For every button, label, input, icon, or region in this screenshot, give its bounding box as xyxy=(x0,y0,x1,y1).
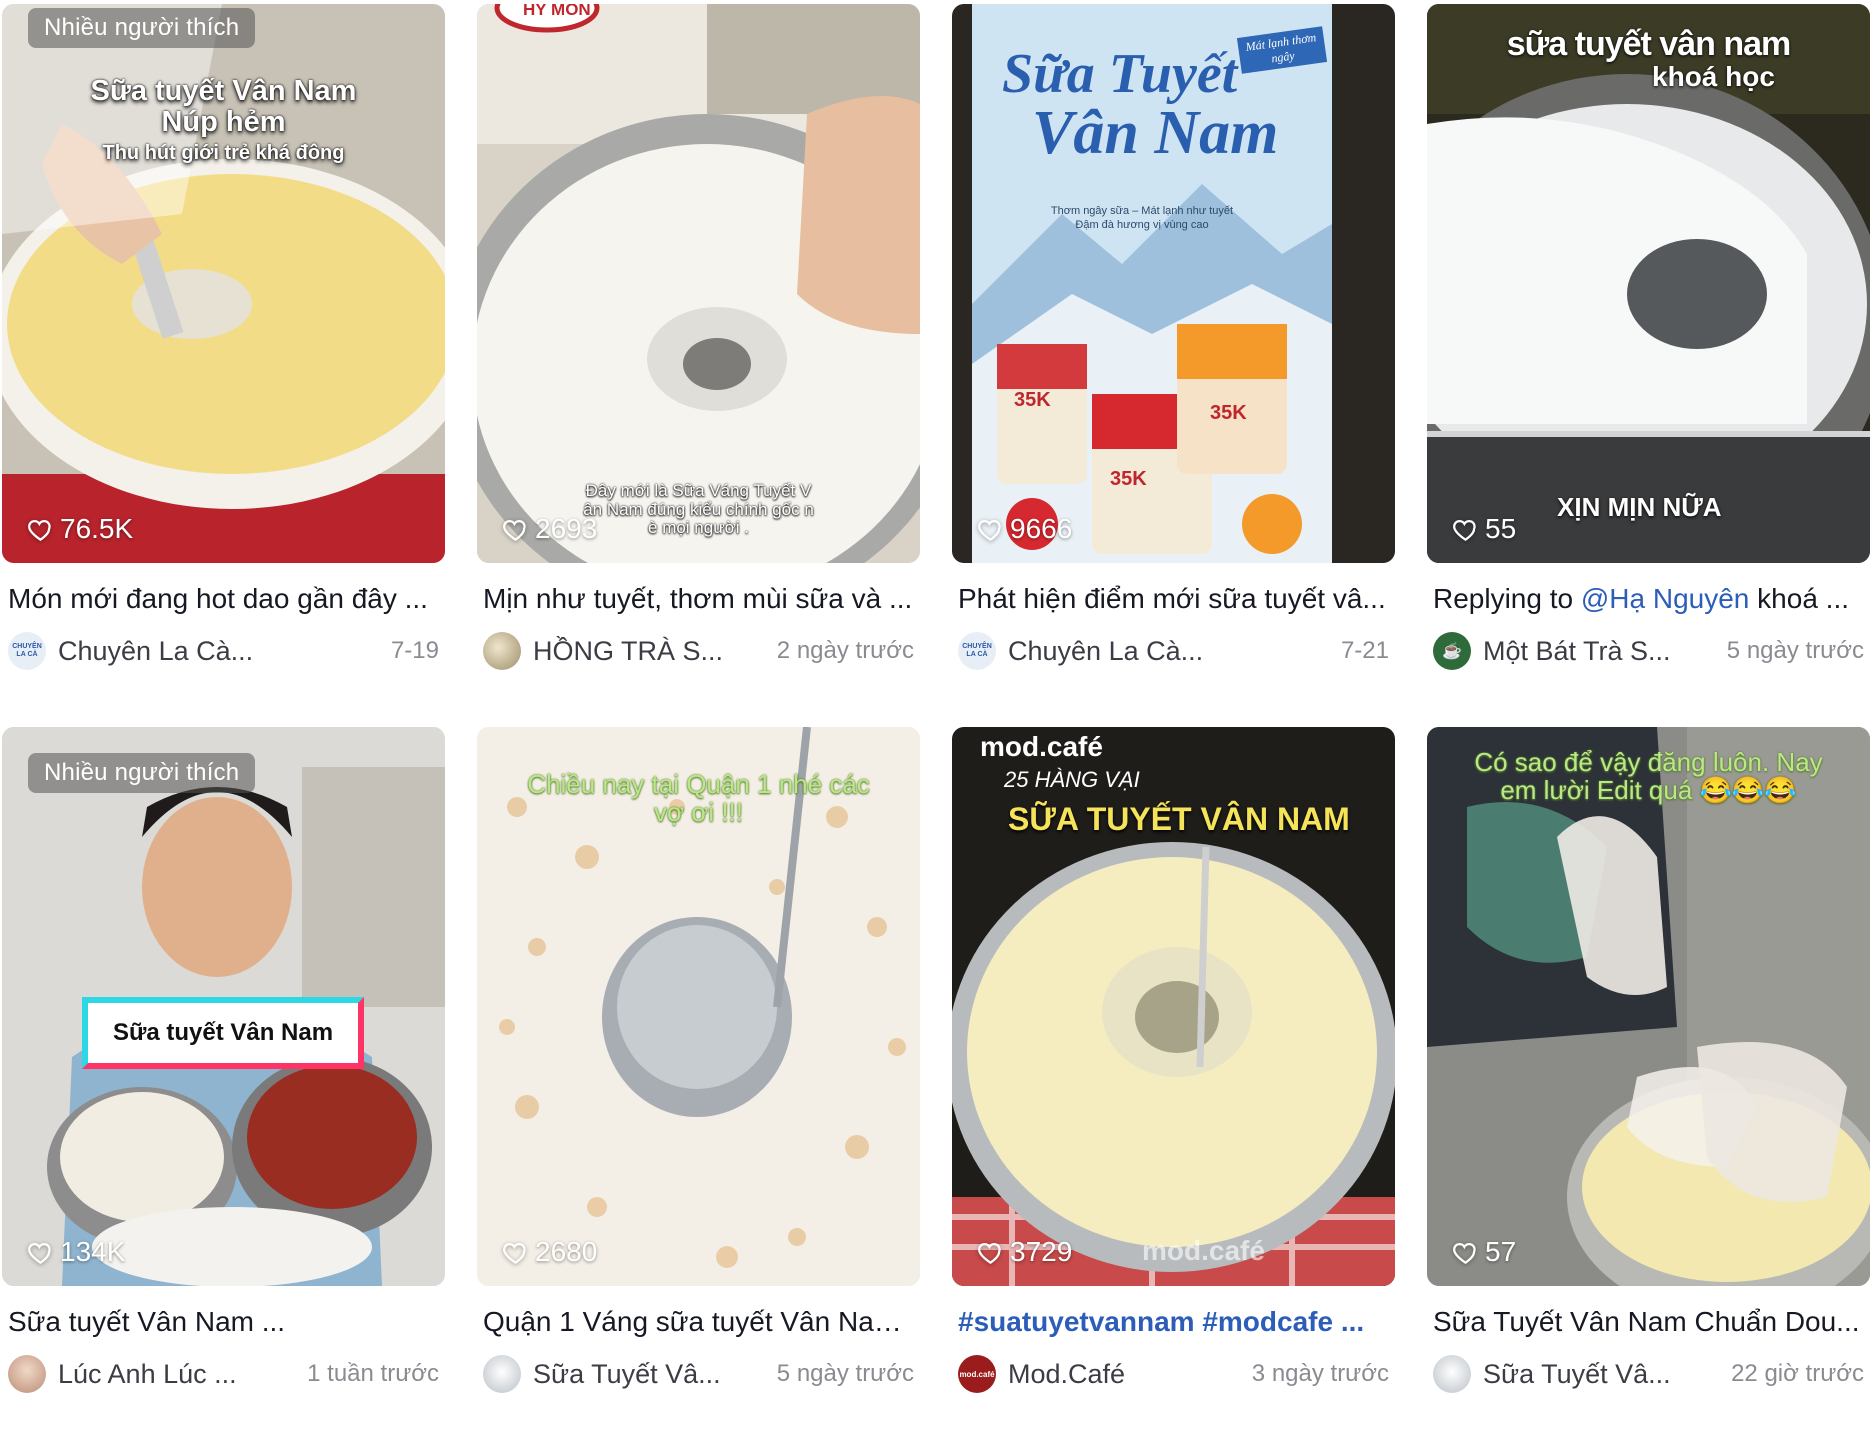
video-thumbnail[interactable]: Có sao để vậy đăng luôn. Nay em lười Edi… xyxy=(1427,727,1870,1286)
video-thumbnail[interactable]: Nhiều người thích Sữa tuyết Vân Nam 134K xyxy=(2,727,445,1286)
like-count: 2680 xyxy=(502,1236,597,1268)
avatar[interactable] xyxy=(483,632,521,670)
author-row: Lúc Anh Lúc ... 1 tuần trước xyxy=(8,1354,439,1394)
avatar[interactable]: ☕ xyxy=(1433,632,1471,670)
video-label-box: Sữa tuyết Vân Nam xyxy=(82,997,364,1069)
post-date: 7-21 xyxy=(1340,637,1389,664)
author-name[interactable]: Mod.Café xyxy=(1008,1359,1244,1390)
heart-icon xyxy=(978,1242,1001,1264)
avatar[interactable]: CHUYÊN LA CÀ xyxy=(958,632,996,670)
post-date: 7-19 xyxy=(390,637,439,664)
video-caption[interactable]: Replying to @Hạ Nguyên khoá ... xyxy=(1433,581,1864,617)
price-tag: 35K xyxy=(1210,402,1247,424)
price-tag: 35K xyxy=(1014,389,1051,411)
heart-icon xyxy=(1453,519,1476,541)
video-bottom-text: XỊN MỊN NỮA xyxy=(1557,492,1722,522)
like-count: 9666 xyxy=(977,513,1072,545)
author-row: CHUYÊN LA CÀ Chuyên La Cà... 7-19 xyxy=(8,631,439,671)
heart-icon xyxy=(503,519,526,541)
heart-icon xyxy=(28,1242,51,1264)
poster-subtitle: Thơm ngây sữa – Mát lạnh như tuyết Đậm đ… xyxy=(1050,205,1234,232)
thumbnail-image xyxy=(477,4,920,563)
post-date: 3 ngày trước xyxy=(1251,1360,1389,1387)
author-row: Sữa Tuyết Vâ... 5 ngày trước xyxy=(483,1354,914,1394)
cup-icon: ☕ xyxy=(1442,643,1462,660)
avatar[interactable] xyxy=(483,1355,521,1393)
video-caption[interactable]: Mịn như tuyết, thơm mùi sữa và ... xyxy=(483,581,914,617)
hashtags[interactable]: #suatuyetvannam #modcafe ... xyxy=(958,1306,1364,1337)
video-card[interactable]: Mát lạnh thơm ngây Sữa Tuyết Vân Nam Thơ… xyxy=(952,4,1395,671)
heart-icon xyxy=(503,1242,526,1264)
thumbnail-image xyxy=(2,4,445,563)
video-caption[interactable]: Quận 1 Váng sữa tuyết Vân Nam... xyxy=(483,1304,914,1340)
mention-link[interactable]: @Hạ Nguyên xyxy=(1581,583,1750,614)
watermark: mod.café xyxy=(1142,1235,1265,1266)
author-name[interactable]: Sữa Tuyết Vâ... xyxy=(1483,1359,1723,1390)
video-subtitle: 25 HÀNG VẠI xyxy=(1004,767,1140,792)
logo-text: HY MON xyxy=(523,4,591,19)
thumbnail-image xyxy=(1427,4,1870,563)
post-date: 2 ngày trước xyxy=(776,637,914,664)
author-name[interactable]: Chuyên La Cà... xyxy=(58,636,383,667)
like-count: 3729 xyxy=(977,1236,1072,1268)
poster-title: Sữa Tuyết Vân Nam xyxy=(1002,43,1279,167)
video-thumbnail[interactable]: HY MON Đây mới là Sữa Váng Tuyết V ân Na… xyxy=(477,4,920,563)
video-caption[interactable]: Sữa tuyết Vân Nam ... xyxy=(8,1304,439,1340)
video-card[interactable]: HY MON Đây mới là Sữa Váng Tuyết V ân Na… xyxy=(477,4,920,671)
author-row: HỒNG TRÀ S... 2 ngày trước xyxy=(483,631,914,671)
like-count: 76.5K xyxy=(27,513,133,545)
video-card[interactable]: Nhiều người thích Sữa tuyết Vân Nam 134K… xyxy=(2,727,445,1394)
video-caption[interactable]: Phát hiện điểm mới sữa tuyết vâ... xyxy=(958,581,1389,617)
like-count: 134K xyxy=(27,1236,125,1268)
post-date: 5 ngày trước xyxy=(776,1360,914,1387)
video-card[interactable]: Nhiều người thích Sữa tuyết Vân Nam Núp … xyxy=(2,4,445,671)
video-card[interactable]: sữa tuyết vân nam khoá học XỊN MỊN NỮA 5… xyxy=(1427,4,1870,671)
heart-icon xyxy=(978,519,1001,541)
video-thumbnail[interactable]: Mát lạnh thơm ngây Sữa Tuyết Vân Nam Thơ… xyxy=(952,4,1395,563)
video-title: SỮA TUYẾT VÂN NAM xyxy=(1008,801,1350,837)
like-count: 57 xyxy=(1452,1236,1516,1268)
post-date: 22 giờ trước xyxy=(1731,1360,1864,1387)
brand-logo: mod.café xyxy=(980,731,1103,762)
author-name[interactable]: Sữa Tuyết Vâ... xyxy=(533,1359,769,1390)
video-caption[interactable]: Món mới đang hot dao gần đây ... xyxy=(8,581,439,617)
heart-icon xyxy=(28,519,51,541)
author-row: ☕ Một Bát Trà S... 5 ngày trước xyxy=(1433,631,1864,671)
post-date: 1 tuần trước xyxy=(307,1360,439,1387)
avatar[interactable] xyxy=(8,1355,46,1393)
avatar[interactable]: mod.café xyxy=(958,1355,996,1393)
video-thumbnail[interactable]: mod.café 25 HÀNG VẠI SỮA TUYẾT VÂN NAM m… xyxy=(952,727,1395,1286)
price-tag: 35K xyxy=(1110,468,1147,490)
author-row: mod.café Mod.Café 3 ngày trước xyxy=(958,1354,1389,1394)
thumbnail-image xyxy=(477,727,920,1286)
thumbnail-image xyxy=(1427,727,1870,1286)
video-grid: Nhiều người thích Sữa tuyết Vân Nam Núp … xyxy=(0,0,1870,1440)
like-count: 2693 xyxy=(502,513,597,545)
popular-badge: Nhiều người thích xyxy=(28,8,256,48)
author-name[interactable]: Chuyên La Cà... xyxy=(1008,636,1333,667)
avatar[interactable]: CHUYÊN LA CÀ xyxy=(8,632,46,670)
video-thumbnail[interactable]: Chiều nay tại Quận 1 nhé các vợ ơi !!! 2… xyxy=(477,727,920,1286)
video-card[interactable]: Chiều nay tại Quận 1 nhé các vợ ơi !!! 2… xyxy=(477,727,920,1394)
author-name[interactable]: Một Bát Trà S... xyxy=(1483,636,1719,667)
video-card[interactable]: Có sao để vậy đăng luôn. Nay em lười Edi… xyxy=(1427,727,1870,1394)
video-thumbnail[interactable]: Nhiều người thích Sữa tuyết Vân Nam Núp … xyxy=(2,4,445,563)
video-caption[interactable]: Sữa Tuyết Vân Nam Chuẩn Dou... xyxy=(1433,1304,1864,1340)
popular-badge: Nhiều người thích xyxy=(28,753,256,793)
video-thumbnail[interactable]: sữa tuyết vân nam khoá học XỊN MỊN NỮA 5… xyxy=(1427,4,1870,563)
author-name[interactable]: HỒNG TRÀ S... xyxy=(533,636,769,667)
like-count: 55 xyxy=(1452,513,1516,545)
author-row: Sữa Tuyết Vâ... 22 giờ trước xyxy=(1433,1354,1864,1394)
post-date: 5 ngày trước xyxy=(1726,637,1864,664)
video-card[interactable]: mod.café 25 HÀNG VẠI SỮA TUYẾT VÂN NAM m… xyxy=(952,727,1395,1394)
author-row: CHUYÊN LA CÀ Chuyên La Cà... 7-21 xyxy=(958,631,1389,671)
video-caption[interactable]: #suatuyetvannam #modcafe ... xyxy=(958,1304,1389,1340)
avatar[interactable] xyxy=(1433,1355,1471,1393)
author-name[interactable]: Lúc Anh Lúc ... xyxy=(58,1359,299,1390)
heart-icon xyxy=(1453,1242,1476,1264)
